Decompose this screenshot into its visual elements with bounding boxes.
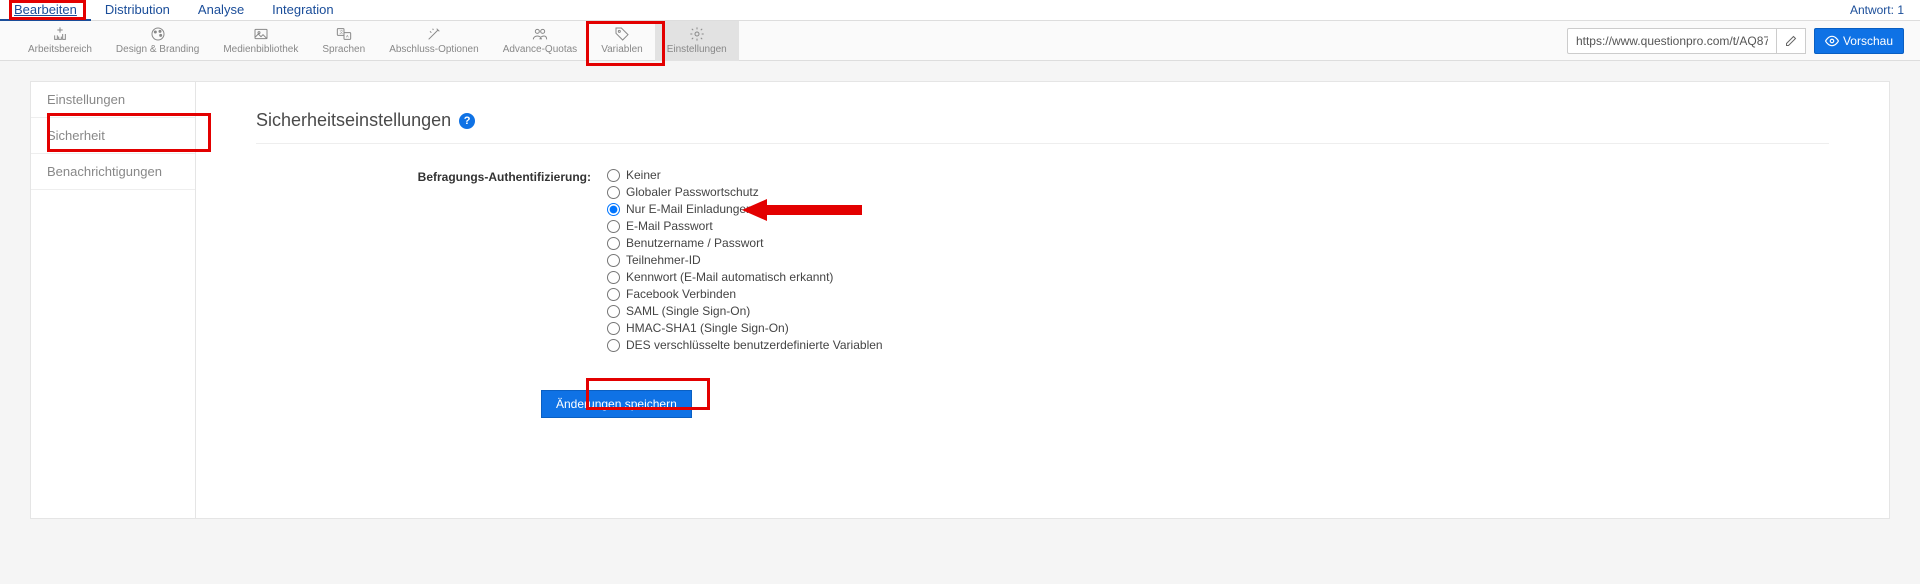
users-icon [531, 26, 549, 42]
radio-hmac[interactable]: HMAC-SHA1 (Single Sign-On) [607, 321, 883, 335]
toolbar-label: Variablen [601, 44, 643, 55]
radio-label: Globaler Passwortschutz [626, 185, 759, 199]
radio-input[interactable] [607, 186, 620, 199]
radio-des[interactable]: DES verschlüsselte benutzerdefinierte Va… [607, 338, 883, 352]
radio-password-email[interactable]: Kennwort (E-Mail automatisch erkannt) [607, 270, 883, 284]
pencil-icon [1785, 35, 1797, 47]
survey-url-input[interactable] [1567, 28, 1777, 54]
help-icon[interactable]: ? [459, 113, 475, 129]
sidebar: Einstellungen Sicherheit Benachrichtigun… [30, 81, 195, 519]
radio-label: Keiner [626, 168, 661, 182]
tab-analyse[interactable]: Analyse [184, 0, 258, 21]
language-icon: 文A [335, 26, 353, 42]
toolbar-languages[interactable]: 文A Sprachen [310, 21, 377, 61]
eye-icon [1825, 34, 1839, 48]
toolbar-media[interactable]: Medienbibliothek [211, 21, 310, 61]
radio-none[interactable]: Keiner [607, 168, 883, 182]
radio-input[interactable] [607, 271, 620, 284]
preview-button[interactable]: Vorschau [1814, 28, 1904, 54]
radio-facebook[interactable]: Facebook Verbinden [607, 287, 883, 301]
radio-input[interactable] [607, 203, 620, 216]
radio-email-password[interactable]: E-Mail Passwort [607, 219, 883, 233]
radio-label: E-Mail Passwort [626, 219, 713, 233]
toolbar-label: Abschluss-Optionen [389, 44, 479, 55]
radio-username-password[interactable]: Benutzername / Passwort [607, 236, 883, 250]
answer-label: Antwort: [1850, 3, 1894, 17]
toolbar-label: Advance-Quotas [503, 44, 578, 55]
auth-label: Befragungs-Authentifizierung: [256, 168, 591, 352]
radio-input[interactable] [607, 254, 620, 267]
top-nav: Bearbeiten Distribution Analyse Integrat… [0, 0, 1920, 21]
toolbar-label: Design & Branding [116, 44, 199, 55]
radio-label: SAML (Single Sign-On) [626, 304, 750, 318]
toolbar-quotas[interactable]: Advance-Quotas [491, 21, 590, 61]
toolbar-design[interactable]: Design & Branding [104, 21, 211, 61]
preview-label: Vorschau [1843, 34, 1893, 48]
radio-saml[interactable]: SAML (Single Sign-On) [607, 304, 883, 318]
wand-icon [425, 26, 443, 42]
radio-label: Facebook Verbinden [626, 287, 736, 301]
radio-participant-id[interactable]: Teilnehmer-ID [607, 253, 883, 267]
save-button[interactable]: Änderungen speichern [541, 390, 692, 418]
toolbar-label: Sprachen [322, 44, 365, 55]
radio-input[interactable] [607, 339, 620, 352]
gear-icon [688, 26, 706, 42]
radio-input[interactable] [607, 169, 620, 182]
svg-text:A: A [346, 33, 349, 38]
radio-input[interactable] [607, 305, 620, 318]
toolbar-right: Vorschau [1567, 28, 1904, 54]
edit-url-button[interactable] [1777, 28, 1806, 54]
toolbar-label: Medienbibliothek [223, 44, 298, 55]
toolbar-label: Arbeitsbereich [28, 44, 92, 55]
top-nav-tabs: Bearbeiten Distribution Analyse Integrat… [0, 0, 348, 21]
save-row: Änderungen speichern [541, 390, 1829, 418]
toolbar-settings[interactable]: Einstellungen [655, 21, 739, 61]
radio-input[interactable] [607, 288, 620, 301]
palette-icon [149, 26, 167, 42]
sidebar-item-security[interactable]: Sicherheit [31, 118, 195, 154]
toolbar-variables[interactable]: Variablen [589, 21, 655, 61]
radio-label: Benutzername / Passwort [626, 236, 763, 250]
radio-input[interactable] [607, 322, 620, 335]
radio-label: Nur E-Mail Einladungen [626, 202, 753, 216]
answer-count[interactable]: Antwort: 1 [1850, 3, 1904, 17]
radio-input[interactable] [607, 237, 620, 250]
page-title: Sicherheitseinstellungen ? [256, 110, 1829, 144]
tab-bearbeiten[interactable]: Bearbeiten [0, 0, 91, 21]
radio-list: Keiner Globaler Passwortschutz Nur E-Mai… [607, 168, 883, 352]
toolbar-left: Arbeitsbereich Design & Branding Medienb… [16, 21, 739, 61]
tab-distribution[interactable]: Distribution [91, 0, 184, 21]
auth-row: Befragungs-Authentifizierung: Keiner Glo… [256, 168, 1829, 352]
tag-icon [613, 26, 631, 42]
page-title-text: Sicherheitseinstellungen [256, 110, 451, 131]
workspace-icon [51, 26, 69, 42]
toolbar: Arbeitsbereich Design & Branding Medienb… [0, 21, 1920, 61]
answer-value: 1 [1897, 3, 1904, 17]
radio-label: Teilnehmer-ID [626, 253, 701, 267]
sidebar-item-notifications[interactable]: Benachrichtigungen [31, 154, 195, 190]
radio-input[interactable] [607, 220, 620, 233]
url-box [1567, 28, 1806, 54]
toolbar-completion[interactable]: Abschluss-Optionen [377, 21, 491, 61]
tab-integration[interactable]: Integration [258, 0, 347, 21]
content: Sicherheitseinstellungen ? Befragungs-Au… [195, 81, 1890, 519]
radio-label: Kennwort (E-Mail automatisch erkannt) [626, 270, 833, 284]
sidebar-item-settings[interactable]: Einstellungen [31, 82, 195, 118]
image-icon [252, 26, 270, 42]
main-area: Einstellungen Sicherheit Benachrichtigun… [0, 61, 1920, 539]
toolbar-label: Einstellungen [667, 44, 727, 55]
radio-label: HMAC-SHA1 (Single Sign-On) [626, 321, 789, 335]
toolbar-arbeitsbereich[interactable]: Arbeitsbereich [16, 21, 104, 61]
radio-email-invitations[interactable]: Nur E-Mail Einladungen [607, 202, 883, 216]
radio-label: DES verschlüsselte benutzerdefinierte Va… [626, 338, 883, 352]
svg-text:文: 文 [339, 28, 343, 34]
